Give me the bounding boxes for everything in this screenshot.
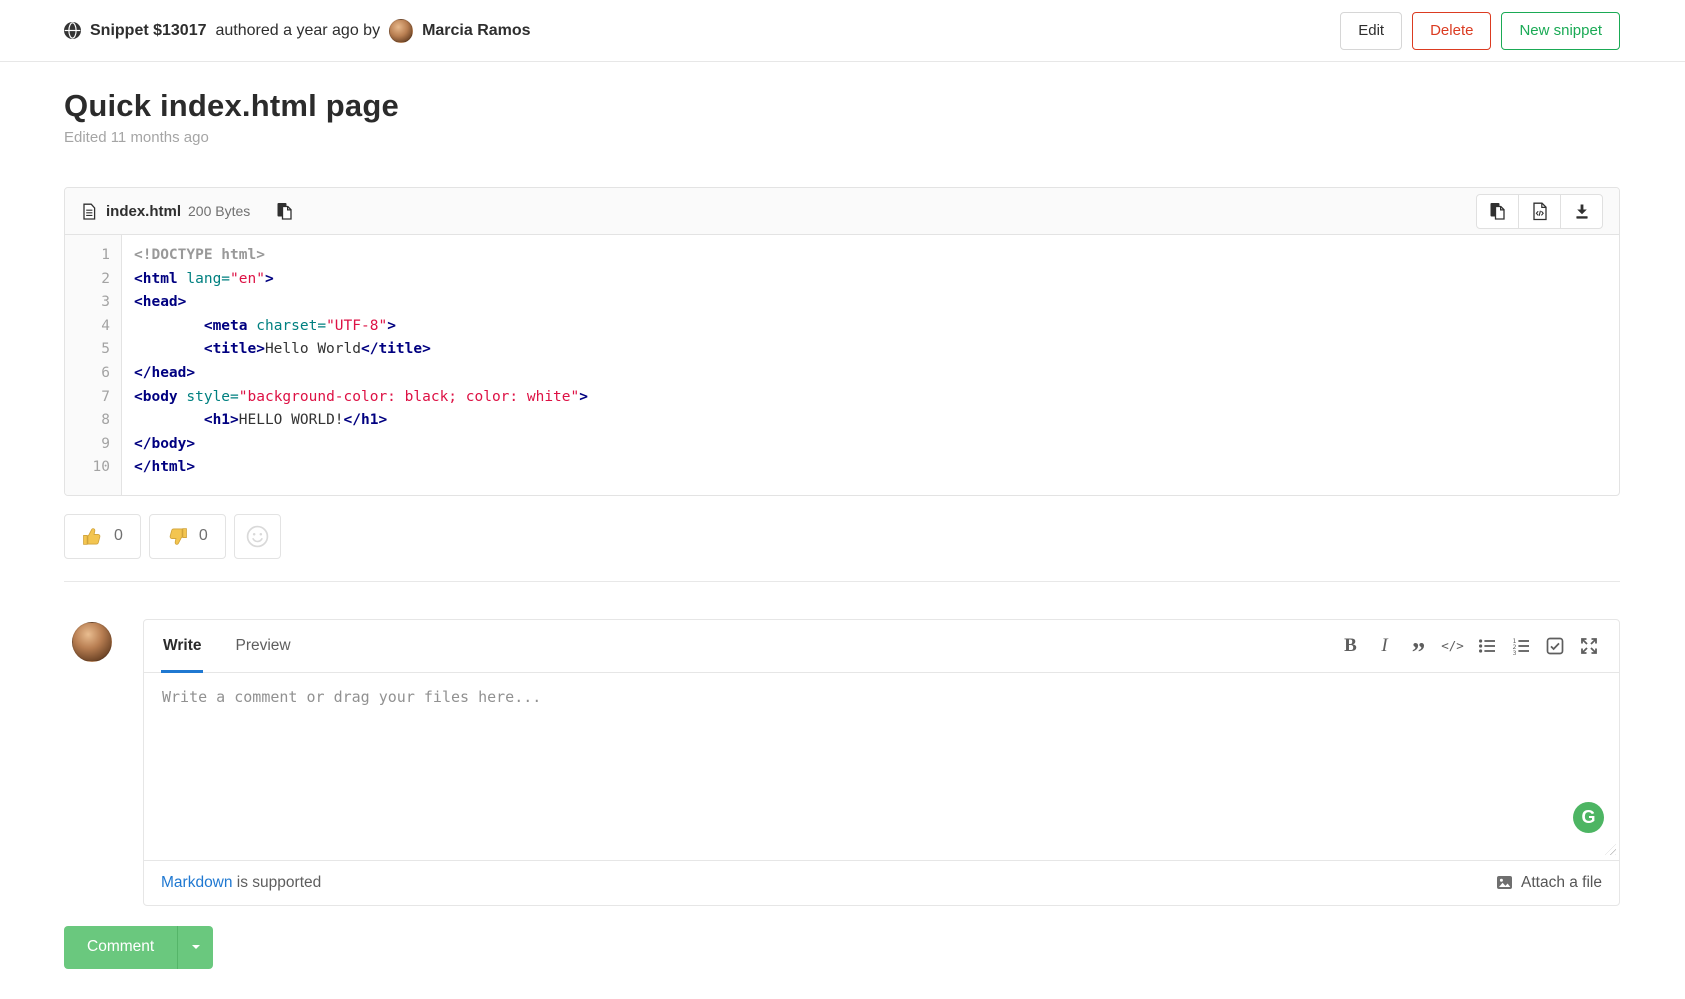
line-number[interactable]: 9 [65,433,122,457]
image-icon [1496,874,1513,891]
code-line: 2<html lang="en"> [65,268,1619,292]
file-actions-group [1476,194,1603,229]
code-line: 7<body style="background-color: black; c… [65,386,1619,410]
page-title: Quick index.html page [64,88,1620,124]
code-line: 1<!DOCTYPE html> [65,235,1619,268]
code-line-content: <body style="background-color: black; co… [122,386,588,410]
code-icon[interactable]: </> [1439,631,1466,661]
comment-section: Write Preview B I ” </> 1 [64,581,1620,906]
file-size: 200 Bytes [188,203,250,219]
delete-button[interactable]: Delete [1412,12,1491,50]
svg-text:3: 3 [1512,650,1516,655]
code-line: 3<head> [65,291,1619,315]
submit-row: Comment [64,926,1620,999]
new-snippet-button[interactable]: New snippet [1501,12,1620,50]
code-line-content: <h1>HELLO WORLD!</h1> [122,409,387,433]
tab-preview[interactable]: Preview [233,620,292,672]
edited-timestamp: Edited 11 months ago [64,129,1620,146]
attach-file-button[interactable]: Attach a file [1496,874,1602,892]
open-raw-button[interactable] [1518,194,1561,229]
markdown-supported-text: is supported [233,874,322,892]
tab-write[interactable]: Write [161,620,203,672]
chevron-down-icon [192,945,200,949]
thumbsdown-count: 0 [199,527,208,545]
code-line-content: <title>Hello World</title> [122,338,431,362]
code-line: 9</body> [65,433,1619,457]
line-number[interactable]: 4 [65,315,122,339]
code-line: 8 <h1>HELLO WORLD!</h1> [65,409,1619,433]
award-emoji-row: 0 0 [64,514,1620,559]
open-raw-icon [1532,202,1548,221]
comment-body: G [144,673,1619,860]
file-header: index.html 200 Bytes [65,188,1619,235]
current-user-avatar [72,622,112,662]
comment-options-dropdown[interactable] [177,926,213,969]
fullscreen-icon[interactable] [1575,631,1602,661]
copy-icon [276,202,293,221]
bold-icon[interactable]: B [1337,631,1364,661]
copy-contents-button[interactable] [1476,194,1519,229]
snippet-meta-bar: Snippet $13017 authored a year ago by Ma… [0,0,1685,62]
line-number[interactable]: 7 [65,386,122,410]
copy-file-path-button[interactable] [276,202,293,221]
task-list-icon[interactable] [1541,631,1568,661]
code-line-content: </body> [122,433,195,457]
code-line: 10</html> [65,456,1619,495]
download-button[interactable] [1560,194,1603,229]
globe-icon [64,22,81,39]
attach-file-label: Attach a file [1521,874,1602,892]
markdown-toolbar: B I ” </> 1 2 3 [1337,620,1602,672]
code-line-content: <!DOCTYPE html> [122,235,265,268]
line-number[interactable]: 10 [65,456,122,495]
authored-text: authored a year ago by [216,22,381,40]
edit-button[interactable]: Edit [1340,12,1402,50]
snippet-id: Snippet $13017 [90,22,207,40]
copy-contents-icon [1489,202,1506,221]
file-card: index.html 200 Bytes [64,187,1620,496]
resize-handle[interactable] [1605,844,1616,855]
download-icon [1574,203,1590,220]
thumbsup-count: 0 [114,527,123,545]
comment-submit-button[interactable]: Comment [64,926,177,969]
line-number[interactable]: 5 [65,338,122,362]
file-icon [81,203,97,220]
comment-input[interactable] [144,673,1619,833]
code-line-content: <head> [122,291,186,315]
thumbsup-button[interactable]: 0 [64,514,141,559]
grammarly-icon[interactable]: G [1573,802,1604,833]
thumbsdown-button[interactable]: 0 [149,514,226,559]
italic-icon[interactable]: I [1371,631,1398,661]
code-line-content: <meta charset="UTF-8"> [122,315,396,339]
file-name: index.html [106,203,181,220]
code-line-content: </head> [122,362,195,386]
code-line-content: <html lang="en"> [122,268,274,292]
comment-form-header: Write Preview B I ” </> 1 [144,620,1619,673]
numbered-list-icon[interactable]: 1 2 3 [1507,631,1534,661]
code-viewer: 1<!DOCTYPE html>2<html lang="en">3<head>… [65,235,1619,495]
author-avatar[interactable] [389,19,413,43]
line-number[interactable]: 3 [65,291,122,315]
author-name[interactable]: Marcia Ramos [422,22,531,40]
snippet-actions: Edit Delete New snippet [1340,12,1620,50]
code-lines: 1<!DOCTYPE html>2<html lang="en">3<head>… [65,235,1619,495]
thumbsdown-icon [167,526,188,547]
markdown-link[interactable]: Markdown [161,874,233,892]
code-line-content: </html> [122,456,195,495]
quote-icon[interactable]: ” [1405,631,1432,661]
smiley-icon [246,525,269,548]
comment-footer: Markdown is supported Attach a file [144,860,1619,905]
snippet-meta: Snippet $13017 authored a year ago by Ma… [64,19,531,43]
comment-split-button: Comment [64,926,213,969]
line-number[interactable]: 1 [65,235,122,268]
line-number[interactable]: 8 [65,409,122,433]
line-number[interactable]: 6 [65,362,122,386]
thumbsup-icon [82,526,103,547]
code-line: 4 <meta charset="UTF-8"> [65,315,1619,339]
bullet-list-icon[interactable] [1473,631,1500,661]
add-reaction-button[interactable] [234,514,281,559]
line-number[interactable]: 2 [65,268,122,292]
code-line: 5 <title>Hello World</title> [65,338,1619,362]
code-line: 6</head> [65,362,1619,386]
comment-form: Write Preview B I ” </> 1 [143,619,1620,906]
